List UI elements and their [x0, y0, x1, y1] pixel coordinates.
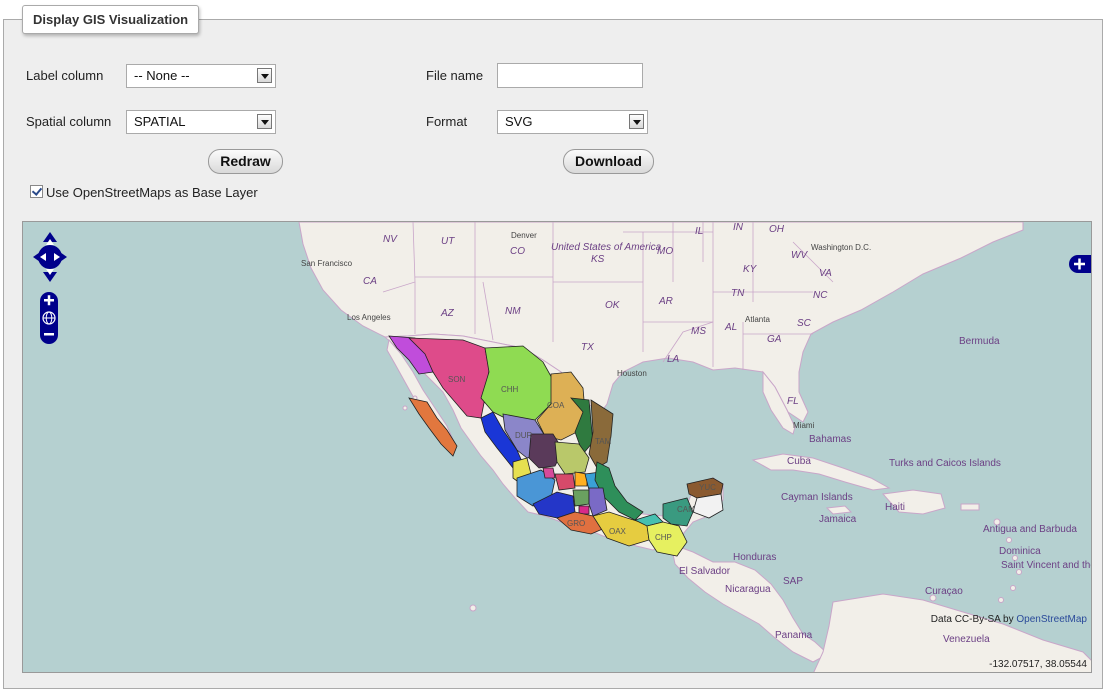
- mx-label-chp: CHP: [655, 533, 672, 542]
- puerto-rico: [960, 503, 980, 511]
- mx-label-cam: CAM: [677, 505, 695, 514]
- state-label-va: VA: [819, 268, 832, 279]
- state-label-fl: FL: [787, 396, 799, 407]
- state-aguascalientes: [542, 467, 556, 479]
- cuba: [751, 453, 891, 491]
- state-guanajuato: [554, 473, 576, 491]
- state-label-oh: OH: [769, 224, 785, 235]
- country-label-usa: United States of America: [551, 242, 662, 253]
- mx-label-chh: CHH: [501, 385, 519, 394]
- state-label-ky: KY: [743, 264, 758, 275]
- format-value: SVG: [505, 114, 533, 129]
- zoom-control[interactable]: [40, 292, 58, 344]
- download-button[interactable]: Download: [563, 149, 654, 174]
- state-label-tn: TN: [731, 288, 745, 299]
- place-label-turks: Turks and Caicos Islands: [889, 458, 1001, 469]
- state-label-nc: NC: [813, 290, 828, 301]
- state-morelos: [578, 505, 590, 515]
- mouse-position: -132.07517, 38.05544: [989, 659, 1087, 670]
- place-label-cayman: Cayman Islands: [781, 492, 853, 503]
- place-label-jamaica: Jamaica: [819, 514, 857, 525]
- panel-title: Display GIS Visualization: [22, 5, 200, 34]
- mx-label-gro: GRO: [567, 519, 585, 528]
- city-label-atlanta: Atlanta: [745, 315, 770, 324]
- state-label-il: IL: [695, 226, 703, 237]
- state-label-ga: GA: [767, 334, 782, 345]
- state-label-tx: TX: [581, 342, 594, 353]
- mx-label-yuc: YUC: [699, 483, 716, 492]
- state-label-co: CO: [510, 246, 525, 257]
- spatial-column-label: Spatial column: [26, 114, 112, 129]
- state-label-nm: NM: [505, 306, 521, 317]
- place-label-nicaragua: Nicaragua: [725, 584, 771, 595]
- format-select[interactable]: SVG: [497, 110, 648, 134]
- chevron-down-icon[interactable]: [257, 68, 272, 83]
- state-label-az: AZ: [440, 308, 455, 319]
- place-label-el-salvador: El Salvador: [679, 566, 731, 577]
- label-column-select[interactable]: -- None --: [126, 64, 276, 88]
- spatial-column-select[interactable]: SPATIAL: [126, 110, 276, 134]
- openstreetmap-link[interactable]: OpenStreetMap: [1016, 614, 1087, 625]
- attribution-text: Data CC-By-SA by: [930, 614, 1014, 625]
- mx-label-dur: DUR: [515, 431, 533, 440]
- file-name-label: File name: [426, 68, 484, 83]
- place-label-vincent: Saint Vincent and the Grenadines: [1001, 560, 1092, 571]
- city-label-los-angeles: Los Angeles: [347, 313, 391, 322]
- place-label-panama: Panama: [775, 630, 813, 641]
- city-label-miami: Miami: [793, 421, 815, 430]
- label-column-label: Label column: [26, 68, 104, 83]
- file-name-input[interactable]: [497, 63, 643, 88]
- state-label-sc: SC: [797, 318, 812, 329]
- jamaica: [825, 505, 853, 515]
- state-label-wv: WV: [791, 250, 808, 261]
- layer-switcher-button[interactable]: [1069, 255, 1091, 273]
- state-label-ar: AR: [658, 296, 673, 307]
- city-label-san-francisco: San Francisco: [301, 259, 353, 268]
- place-label-cuba: Cuba: [787, 456, 811, 467]
- state-label-ut: UT: [441, 236, 455, 247]
- place-label-honduras: Honduras: [733, 552, 776, 563]
- redraw-button[interactable]: Redraw: [208, 149, 283, 174]
- state-label-in: IN: [733, 222, 744, 233]
- mx-label-coa: COA: [547, 401, 565, 410]
- label-column-value: -- None --: [134, 68, 190, 83]
- format-label: Format: [426, 114, 468, 129]
- place-label-antigua: Antigua and Barbuda: [983, 524, 1077, 535]
- place-label-bahamas: Bahamas: [809, 434, 851, 445]
- mx-label-son: SON: [448, 375, 466, 384]
- base-map: NV UT CO CA AZ NM KS MO IL IN OH WV VA K…: [298, 222, 1092, 672]
- state-label-ms: MS: [691, 326, 706, 337]
- city-label-houston: Houston: [617, 369, 647, 378]
- mx-label-tam: TAM: [595, 437, 612, 446]
- state-label-ca: CA: [363, 276, 377, 287]
- place-label-sap: SAP: [783, 576, 803, 587]
- zoom-out-icon: [44, 333, 54, 336]
- state-label-ks: KS: [591, 254, 605, 265]
- mx-label-oax: OAX: [609, 527, 627, 536]
- place-label-venezuela: Venezuela: [943, 634, 990, 645]
- state-mexico: [572, 489, 590, 507]
- place-label-curacao: Curaçao: [925, 586, 963, 597]
- map-viewport[interactable]: NV UT CO CA AZ NM KS MO IL IN OH WV VA K…: [22, 221, 1092, 673]
- city-label-washington: Washington D.C.: [811, 243, 871, 252]
- place-label-haiti: Haiti: [885, 502, 905, 513]
- state-label-ok: OK: [605, 300, 621, 311]
- chevron-down-icon[interactable]: [629, 114, 644, 129]
- state-label-nv: NV: [383, 234, 398, 245]
- place-label-dominica: Dominica: [999, 546, 1041, 557]
- city-label-denver: Denver: [511, 231, 537, 240]
- osm-checkbox-label: Use OpenStreetMaps as Base Layer: [46, 185, 258, 200]
- place-label-bermuda: Bermuda: [959, 336, 1000, 347]
- state-tamaulipas: [588, 399, 614, 469]
- spatial-column-value: SPATIAL: [134, 114, 186, 129]
- chevron-down-icon[interactable]: [257, 114, 272, 129]
- map-attribution: Data CC-By-SA by OpenStreetMap: [931, 614, 1087, 625]
- state-label-al: AL: [724, 322, 737, 333]
- pan-control[interactable]: [33, 232, 67, 282]
- state-label-la: LA: [667, 354, 680, 365]
- osm-checkbox[interactable]: [30, 185, 43, 198]
